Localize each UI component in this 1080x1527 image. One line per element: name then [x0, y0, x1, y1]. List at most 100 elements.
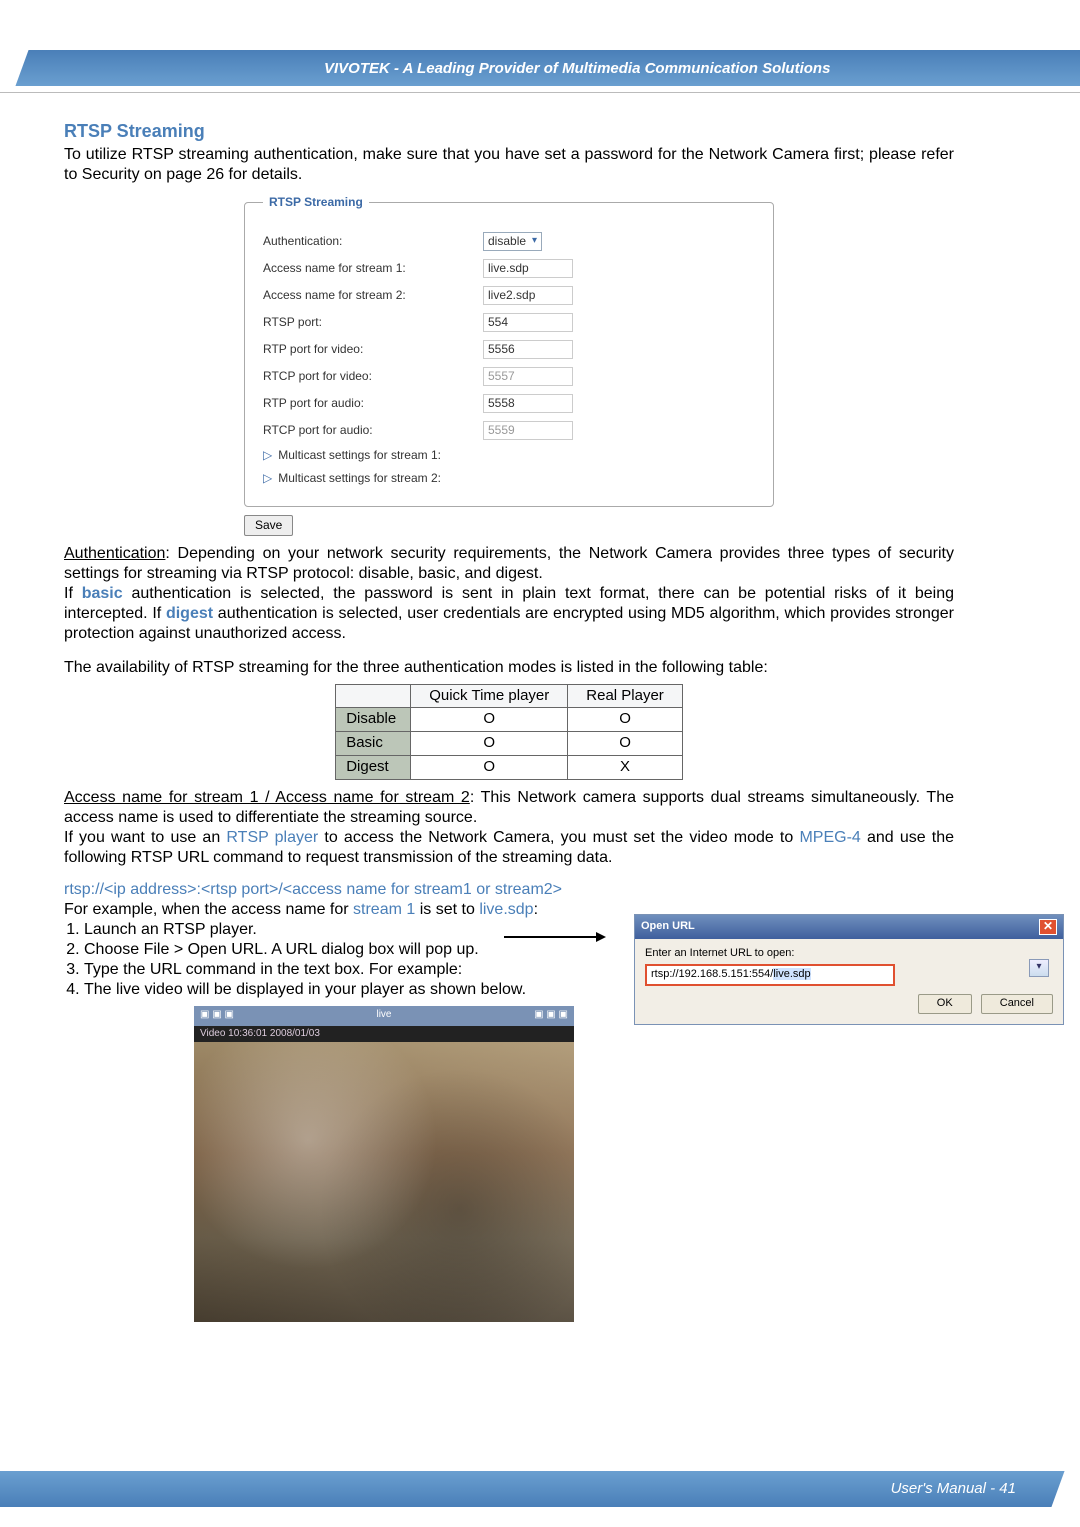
access2-pre: If you want to use an — [64, 829, 226, 846]
row-rtp-audio: RTP port for audio: 5558 — [263, 394, 755, 413]
player-toolbar-right: ▣ ▣ ▣ — [534, 1009, 568, 1022]
cancel-button[interactable]: Cancel — [981, 994, 1053, 1014]
label-multicast1: Multicast settings for stream 1: — [278, 448, 441, 463]
row-access1: Access name for stream 1: live.sdp — [263, 259, 755, 278]
example-end: : — [534, 901, 538, 918]
player-titlebar: ▣ ▣ ▣ live ▣ ▣ ▣ — [194, 1006, 574, 1026]
label-access2: Access name for stream 2: — [263, 288, 483, 303]
access-name-paragraph-2: If you want to use an RTSP player to acc… — [64, 828, 954, 868]
row-authentication: Authentication: disable ▾ — [263, 232, 755, 251]
cell: O — [411, 755, 568, 779]
page-footer: User's Manual - 41 — [891, 1480, 1016, 1497]
label-rtsp-port: RTSP port: — [263, 315, 483, 330]
live-video-image — [194, 1042, 574, 1322]
auth-rest: : Depending on your network security req… — [64, 545, 954, 582]
header-rule — [0, 92, 1080, 93]
url-highlight: live.sdp — [773, 968, 810, 980]
url-prefix: rtsp://192.168.5.151:554/ — [651, 968, 773, 980]
access-underline-label: Access name for stream 1 / Access name f… — [64, 789, 470, 806]
player-toolbar-left: ▣ ▣ ▣ — [200, 1009, 234, 1022]
row-multicast1[interactable]: ▷ Multicast settings for stream 1: — [263, 448, 755, 463]
authentication-paragraph: Authentication: Depending on your networ… — [64, 544, 954, 584]
table-row: Digest O X — [336, 755, 683, 779]
url-template: rtsp://<ip address>:<rtsp port>/<access … — [64, 880, 954, 900]
input-access1[interactable]: live.sdp — [483, 259, 573, 278]
authentication-select[interactable]: disable ▾ — [483, 232, 542, 251]
cell: X — [568, 755, 683, 779]
label-authentication: Authentication: — [263, 234, 483, 249]
mpeg4-term: MPEG-4 — [799, 829, 860, 846]
ok-button[interactable]: OK — [918, 994, 972, 1014]
row-access2: Access name for stream 2: live2.sdp — [263, 286, 755, 305]
cell: O — [411, 732, 568, 756]
dialog-title: Open URL — [641, 920, 695, 934]
chevron-down-icon: ▾ — [532, 235, 537, 248]
label-multicast2: Multicast settings for stream 2: — [278, 471, 441, 486]
rtsp-fieldset: RTSP Streaming Authentication: disable ▾… — [244, 195, 774, 507]
dialog-buttons: OK Cancel — [645, 994, 1053, 1014]
steps-and-dialog-row: Launch an RTSP player. Choose File > Ope… — [64, 920, 954, 1000]
table-row: Disable O O — [336, 708, 683, 732]
save-button[interactable]: Save — [244, 515, 293, 536]
player-screenshot: ▣ ▣ ▣ live ▣ ▣ ▣ Video 10:36:01 2008/01/… — [194, 1006, 574, 1323]
input-rtp-audio[interactable]: 5558 — [483, 394, 573, 413]
live-sdp-term: live.sdp — [479, 901, 533, 918]
cell-disable: Disable — [336, 708, 411, 732]
open-url-dialog: Open URL ✕ Enter an Internet URL to open… — [634, 914, 1064, 1025]
digest-term: digest — [166, 605, 213, 622]
page-header-bar: VIVOTEK - A Leading Provider of Multimed… — [0, 50, 1080, 86]
rtsp-fieldset-figure: RTSP Streaming Authentication: disable ▾… — [244, 195, 774, 507]
auth-table: Quick Time player Real Player Disable O … — [335, 684, 683, 780]
table-header-empty — [336, 684, 411, 708]
table-header-realplayer: Real Player — [568, 684, 683, 708]
label-rtcp-audio: RTCP port for audio: — [263, 423, 483, 438]
dialog-label: Enter an Internet URL to open: — [645, 947, 1053, 961]
cell: O — [411, 708, 568, 732]
label-rtcp-video: RTCP port for video: — [263, 369, 483, 384]
example-pre: For example, when the access name for — [64, 901, 353, 918]
input-access2[interactable]: live2.sdp — [483, 286, 573, 305]
label-access1: Access name for stream 1: — [263, 261, 483, 276]
arrow-icon — [504, 936, 604, 938]
expand-icon: ▷ — [263, 471, 272, 486]
table-header-row: Quick Time player Real Player — [336, 684, 683, 708]
access-name-paragraph: Access name for stream 1 / Access name f… — [64, 788, 954, 828]
player-titlebar-text: live — [376, 1009, 391, 1022]
cell: O — [568, 708, 683, 732]
row-multicast2[interactable]: ▷ Multicast settings for stream 2: — [263, 471, 755, 486]
input-rtcp-audio[interactable]: 5559 — [483, 421, 573, 440]
label-rtp-audio: RTP port for audio: — [263, 396, 483, 411]
url-input[interactable]: rtsp://192.168.5.151:554/live.sdp — [645, 964, 895, 986]
table-row: Basic O O — [336, 732, 683, 756]
cell-digest: Digest — [336, 755, 411, 779]
dialog-titlebar: Open URL ✕ — [635, 915, 1063, 939]
dropdown-icon[interactable]: ▾ — [1029, 959, 1049, 977]
intro-paragraph: To utilize RTSP streaming authentication… — [64, 145, 954, 185]
access2-mid: to access the Network Camera, you must s… — [318, 829, 799, 846]
header-title: VIVOTEK - A Leading Provider of Multimed… — [324, 60, 830, 77]
close-icon[interactable]: ✕ — [1039, 919, 1057, 935]
section-title: RTSP Streaming — [64, 120, 954, 143]
cell-basic: Basic — [336, 732, 411, 756]
basic-digest-paragraph: If basic authentication is selected, the… — [64, 584, 954, 644]
page-content: RTSP Streaming To utilize RTSP streaming… — [64, 120, 954, 1322]
auth-underline-label: Authentication — [64, 545, 165, 562]
input-rtsp-port[interactable]: 554 — [483, 313, 573, 332]
table-header-quicktime: Quick Time player — [411, 684, 568, 708]
dialog-body: Enter an Internet URL to open: rtsp://19… — [635, 939, 1063, 1024]
player-timestamp: Video 10:36:01 2008/01/03 — [194, 1026, 574, 1043]
row-rtp-video: RTP port for video: 5556 — [263, 340, 755, 359]
expand-icon: ▷ — [263, 448, 272, 463]
availability-paragraph: The availability of RTSP streaming for t… — [64, 658, 954, 678]
input-rtp-video[interactable]: 5556 — [483, 340, 573, 359]
rtsp-player-term: RTSP player — [226, 829, 318, 846]
row-rtsp-port: RTSP port: 554 — [263, 313, 755, 332]
row-rtcp-audio: RTCP port for audio: 5559 — [263, 421, 755, 440]
row-rtcp-video: RTCP port for video: 5557 — [263, 367, 755, 386]
input-rtcp-video[interactable]: 5557 — [483, 367, 573, 386]
authentication-select-value: disable — [488, 234, 526, 249]
example-mid: is set to — [415, 901, 479, 918]
if-pre: If — [64, 585, 82, 602]
cell: O — [568, 732, 683, 756]
basic-term: basic — [82, 585, 123, 602]
